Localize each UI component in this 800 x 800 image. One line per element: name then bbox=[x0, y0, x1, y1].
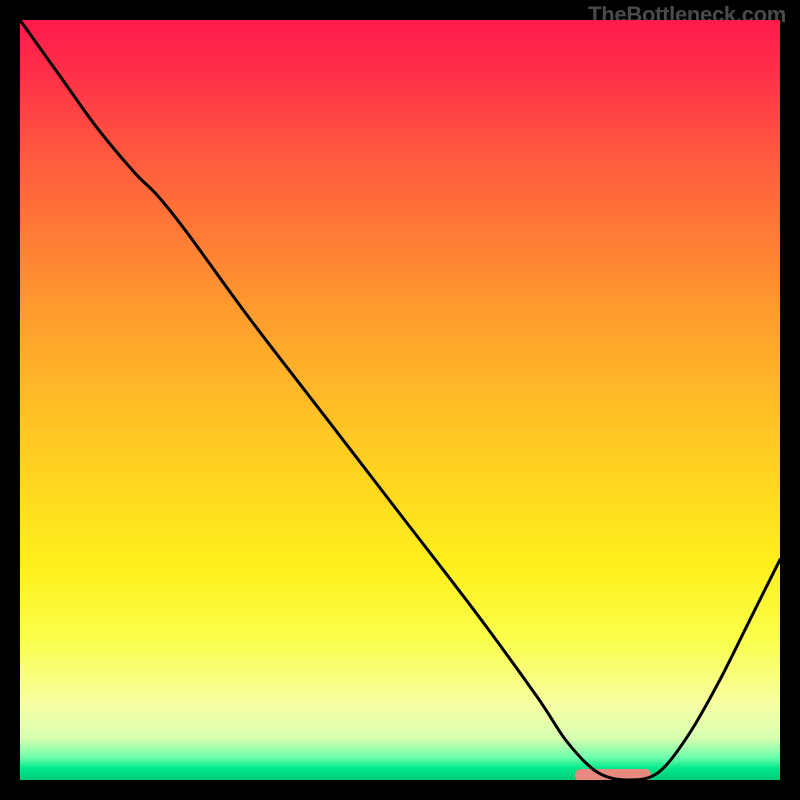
chart-frame: TheBottleneck.com bbox=[0, 0, 800, 800]
bottleneck-curve bbox=[20, 20, 780, 780]
plot-area bbox=[20, 20, 780, 780]
curve-path bbox=[20, 20, 780, 780]
